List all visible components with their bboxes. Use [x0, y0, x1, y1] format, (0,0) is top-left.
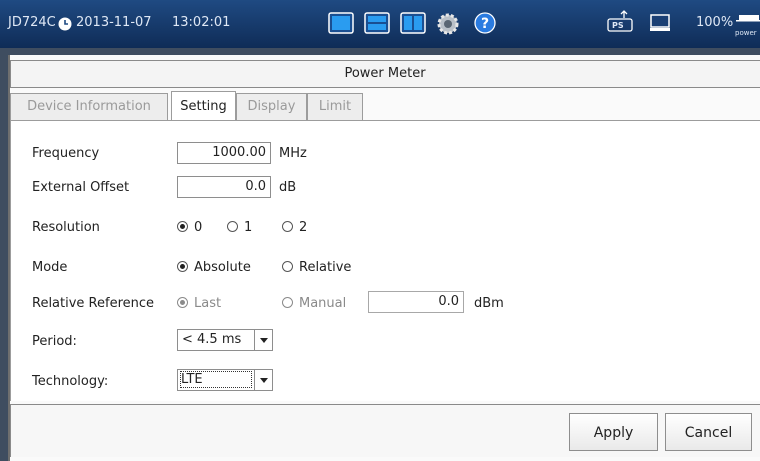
mode-label: Mode [32, 260, 68, 275]
apply-button[interactable]: Apply [569, 413, 658, 451]
status-time: 13:02:01 [172, 15, 231, 30]
frequency-label: Frequency [32, 146, 100, 161]
status-date: 2013-11-07 [76, 15, 152, 30]
frequency-unit: MHz [279, 146, 307, 161]
settings-gear-icon[interactable] [436, 12, 460, 40]
external-offset-input[interactable]: 0.0 [177, 176, 271, 198]
relative-reference-radio-manual[interactable]: Manual [282, 296, 346, 311]
settings-panel [10, 121, 760, 401]
resolution-label: Resolution [32, 220, 100, 235]
external-offset-label: External Offset [32, 180, 130, 195]
relative-reference-label: Relative Reference [32, 296, 155, 311]
radio-unchecked-icon [227, 221, 238, 232]
monitor-icon [650, 14, 670, 36]
clock-icon [58, 16, 72, 35]
power-label: power [735, 29, 757, 37]
tab-device-information[interactable]: Device Information [10, 93, 168, 120]
period-label: Period: [32, 334, 77, 349]
status-bar: JD724C 2013-11-07 13:02:01 ? PS 100% pow… [0, 0, 760, 48]
relative-reference-unit: dBm [474, 296, 504, 311]
window-title-bar: Power Meter [10, 60, 760, 88]
relative-reference-radio-last[interactable]: Last [177, 296, 221, 311]
cancel-button[interactable]: Cancel [665, 413, 752, 451]
radio-unchecked-icon [282, 297, 293, 308]
radio-unchecked-icon [282, 221, 293, 232]
help-icon[interactable]: ? [474, 12, 496, 38]
radio-checked-icon [177, 297, 188, 308]
external-offset-unit: dB [279, 180, 297, 195]
tab-limit[interactable]: Limit [307, 93, 363, 120]
mode-radio-relative[interactable]: Relative [282, 260, 351, 275]
svg-text:?: ? [481, 16, 489, 32]
mode-radio-absolute[interactable]: Absolute [177, 260, 251, 275]
tab-bar: Device Information Setting Display Limit [10, 91, 760, 122]
radio-checked-icon [177, 261, 188, 272]
chevron-down-icon [254, 370, 272, 390]
vertical-split-icon[interactable] [400, 12, 426, 38]
radio-checked-icon [177, 221, 188, 232]
frequency-input[interactable]: 1000.00 [177, 142, 271, 164]
period-select[interactable]: < 4.5 ms [177, 329, 273, 351]
technology-label: Technology: [32, 374, 109, 389]
technology-select[interactable]: LTE [177, 369, 273, 391]
horizontal-split-icon[interactable] [364, 12, 390, 38]
resolution-radio-1[interactable]: 1 [227, 220, 252, 235]
ps-badge: PS [612, 21, 624, 30]
chevron-down-icon [254, 330, 272, 350]
tab-display[interactable]: Display [236, 93, 307, 120]
radio-unchecked-icon [282, 261, 293, 272]
window-title: Power Meter [344, 66, 426, 81]
tab-setting[interactable]: Setting [171, 91, 236, 122]
period-value: < 4.5 ms [182, 332, 242, 347]
technology-value: LTE [180, 371, 252, 388]
resolution-radio-0[interactable]: 0 [177, 220, 202, 235]
relative-reference-value-input[interactable]: 0.0 [368, 291, 464, 313]
battery-percent: 100% [696, 15, 734, 30]
resolution-radio-2[interactable]: 2 [282, 220, 307, 235]
single-view-icon[interactable] [328, 12, 354, 38]
device-model: JD724C [8, 15, 56, 30]
